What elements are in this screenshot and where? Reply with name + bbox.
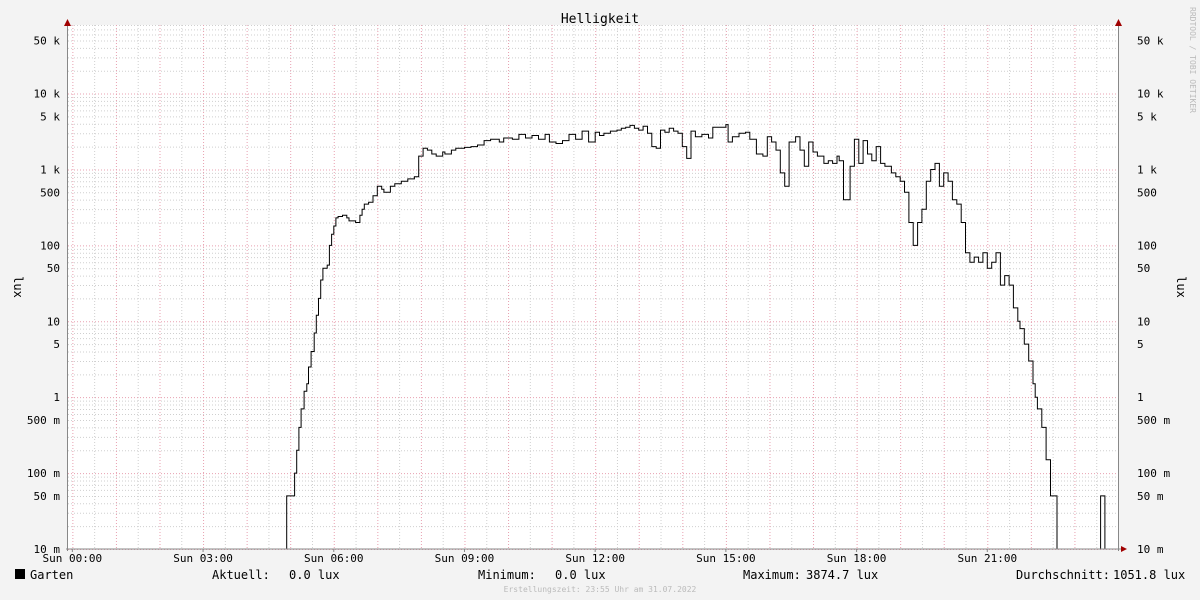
footer-timestamp: Erstellungszeit: 23:55 Uhr am 31.07.2022 xyxy=(504,585,697,594)
x-tick-label: Sun 09:00 xyxy=(435,552,495,565)
y-tick-label-right: 5 k xyxy=(1137,110,1157,123)
y-tick-label-left: 5 k xyxy=(40,110,60,123)
x-tick-label: Sun 12:00 xyxy=(565,552,625,565)
legend-stat-value-durchschnitt: 1051.8 lux xyxy=(1113,568,1185,582)
y-tick-label-left: 1 k xyxy=(40,163,60,176)
x-tick-label: Sun 03:00 xyxy=(173,552,233,565)
y-tick-label-left: 500 xyxy=(40,186,60,199)
x-tick-label: Sun 06:00 xyxy=(304,552,364,565)
y-tick-label-right: 5 xyxy=(1137,338,1144,351)
y-tick-label-right: 100 m xyxy=(1137,467,1170,480)
legend-stat-value-aktuell: 0.0 lux xyxy=(289,568,340,582)
y-axis-label-left: lux xyxy=(11,276,25,298)
y-tick-label-right: 50 k xyxy=(1137,34,1164,47)
y-tick-label-right: 500 m xyxy=(1137,414,1170,427)
y-tick-label-left: 500 m xyxy=(27,414,60,427)
legend-stat-label-aktuell: Aktuell: xyxy=(212,568,270,582)
legend-stat-label-minimum: Minimum: xyxy=(478,568,536,582)
y-tick-label-right: 10 k xyxy=(1137,88,1164,101)
y-tick-label-left: 1 xyxy=(53,391,60,404)
x-tick-label: Sun 00:00 xyxy=(43,552,103,565)
chart: 50 k 10 k 5 k 1 k 500 100 50 10 5 1 500 m 100 m 50 m… xyxy=(0,0,1200,600)
legend-series-name: Garten xyxy=(30,568,73,582)
y-tick-label-left: 100 m xyxy=(27,467,60,480)
legend-stat-label-maximum: Maximum: xyxy=(743,568,801,582)
watermark: RRDTOOL / TOBI OETIKER xyxy=(1188,7,1197,113)
y-tick-label-left: 50 xyxy=(47,262,60,275)
y-tick-label-right: 1 k xyxy=(1137,163,1157,176)
legend-stat-label-durchschnitt: Durchschnitt: xyxy=(1016,568,1110,582)
legend-stat-value-minimum: 0.0 lux xyxy=(555,568,606,582)
y-tick-label-left: 50 k xyxy=(34,34,61,47)
y-tick-label-right: 100 xyxy=(1137,239,1157,252)
y-tick-label-right: 1 xyxy=(1137,391,1144,404)
y-tick-label-right: 50 xyxy=(1137,262,1150,275)
y-tick-label-left: 5 xyxy=(53,338,60,351)
legend-swatch-garten xyxy=(15,569,25,579)
x-tick-label: Sun 15:00 xyxy=(696,552,756,565)
x-tick-label: Sun 21:00 xyxy=(957,552,1017,565)
chart-title: Helligkeit xyxy=(561,12,639,27)
y-tick-label-right: 10 xyxy=(1137,315,1150,328)
y-tick-label-left: 50 m xyxy=(34,490,61,503)
y-axis-label-right: lux xyxy=(1174,276,1188,298)
legend-stat-value-maximum: 3874.7 lux xyxy=(806,568,878,582)
y-tick-label-left: 10 k xyxy=(34,88,61,101)
y-tick-label-right: 500 xyxy=(1137,186,1157,199)
y-tick-label-right: 50 m xyxy=(1137,490,1164,503)
y-tick-label-left: 100 xyxy=(40,239,60,252)
y-tick-label-left: 10 xyxy=(47,315,60,328)
x-tick-label: Sun 18:00 xyxy=(827,552,887,565)
y-tick-label-right: 10 m xyxy=(1137,543,1164,556)
